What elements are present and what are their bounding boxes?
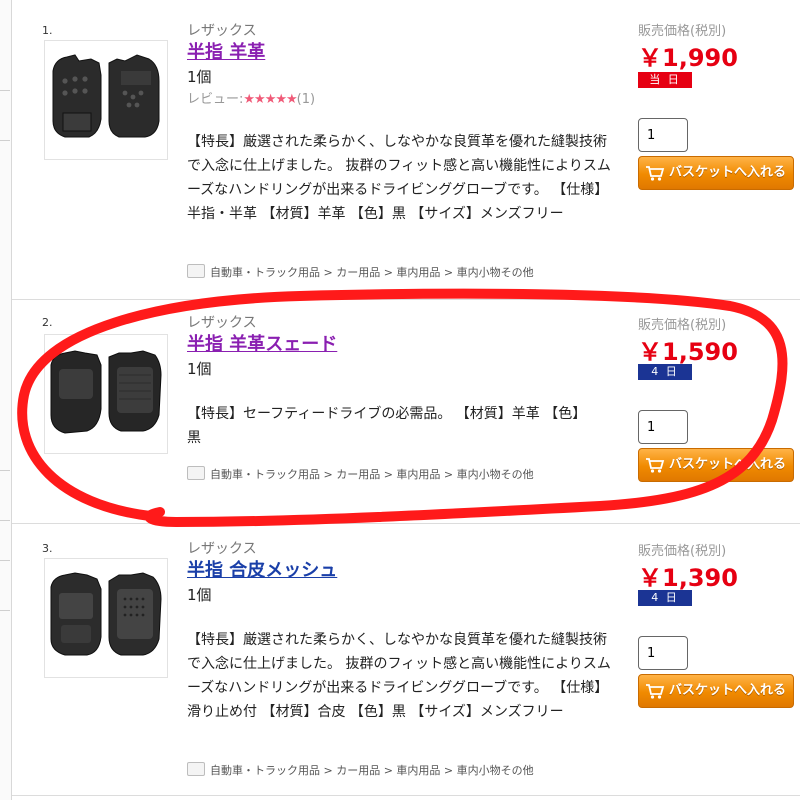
price-label: 販売価格(税別)	[638, 24, 727, 39]
review-count: (1)	[296, 92, 316, 107]
review-summary[interactable]: レビュー:★★★★★(1)	[187, 88, 315, 107]
add-to-basket-button[interactable]: バスケットへ入れる	[638, 156, 794, 190]
folder-icon	[187, 264, 205, 278]
cart-icon	[646, 458, 665, 473]
cart-icon	[646, 166, 665, 181]
add-to-basket-button[interactable]: バスケットへ入れる	[638, 674, 794, 708]
item-index: 1.	[42, 24, 53, 37]
price-label: 販売価格(税別)	[638, 544, 727, 559]
product-thumbnail[interactable]	[44, 558, 168, 678]
category-path: 自動車・トラック用品 > カー用品 > 車内用品 > 車内小物その他	[210, 266, 534, 279]
price: ￥1,590	[638, 338, 738, 366]
folder-icon	[187, 466, 205, 480]
basket-label: バスケットへ入れる	[669, 683, 787, 698]
item-index: 3.	[42, 542, 53, 555]
product-title-link[interactable]: 半指 羊革スェード	[187, 330, 337, 356]
add-to-basket-button[interactable]: バスケットへ入れる	[638, 448, 794, 482]
category-path: 自動車・トラック用品 > カー用品 > 車内用品 > 車内小物その他	[210, 468, 534, 481]
basket-label: バスケットへ入れる	[669, 165, 787, 180]
product-description: 【特長】厳選された柔らかく、しなやかな良質革を優れた縫製技術で入念に仕上げました…	[187, 134, 611, 222]
unit-text: 1個	[187, 586, 212, 604]
category-path: 自動車・トラック用品 > カー用品 > 車内用品 > 車内小物その他	[210, 764, 534, 777]
maker-name: レザックス	[187, 541, 257, 557]
delivery-badge: 4 日	[638, 590, 692, 606]
product-description: 【特長】厳選された柔らかく、しなやかな良質革を優れた縫製技術で入念に仕上げました…	[187, 632, 611, 720]
product-item-3: 3. レザックス 半指 合皮メッシュ 1個 【特長】厳選された柔らかく、しなやか…	[12, 524, 800, 782]
product-title-link[interactable]: 半指 羊革	[187, 38, 265, 64]
unit-text: 1個	[187, 360, 212, 378]
product-item-1: 1. レザックス 半指 羊革 1個 レビュー:★★★★★(1) 【特長】厳選され…	[12, 0, 800, 300]
product-description: 【特長】セーフティードライブの必需品。 【材質】羊革 【色】黒	[187, 406, 587, 446]
quantity-input[interactable]	[638, 636, 688, 670]
basket-label: バスケットへ入れる	[669, 457, 787, 472]
category-breadcrumb[interactable]: 自動車・トラック用品 > カー用品 > 車内用品 > 車内小物その他	[187, 762, 534, 778]
delivery-badge: 当 日	[638, 72, 692, 88]
maker-name: レザックス	[187, 23, 257, 39]
price: ￥1,990	[638, 44, 738, 72]
category-breadcrumb[interactable]: 自動車・トラック用品 > カー用品 > 車内用品 > 車内小物その他	[187, 466, 534, 482]
glove-image	[50, 350, 162, 434]
delivery-badge: 4 日	[638, 364, 692, 380]
cart-icon	[646, 684, 665, 699]
price-label: 販売価格(税別)	[638, 318, 727, 333]
price: ￥1,390	[638, 564, 738, 592]
category-breadcrumb[interactable]: 自動車・トラック用品 > カー用品 > 車内用品 > 車内小物その他	[187, 264, 534, 280]
folder-icon	[187, 762, 205, 776]
star-icon: ★★★★★	[243, 92, 297, 107]
unit-text: 1個	[187, 68, 212, 86]
glove-image	[50, 572, 162, 656]
glove-image	[52, 54, 160, 138]
quantity-input[interactable]	[638, 410, 688, 444]
maker-name: レザックス	[187, 315, 257, 331]
review-label: レビュー:	[187, 92, 244, 107]
quantity-input[interactable]	[638, 118, 688, 152]
product-thumbnail[interactable]	[44, 334, 168, 454]
product-title-link[interactable]: 半指 合皮メッシュ	[187, 556, 337, 582]
item-index: 2.	[42, 316, 53, 329]
product-thumbnail[interactable]	[44, 40, 168, 160]
product-item-2: 2. レザックス 半指 羊革スェード 1個 【特長】セーフティードライブの必需品…	[12, 300, 800, 558]
item-divider	[12, 795, 800, 796]
left-sidebar-edge	[0, 0, 12, 800]
